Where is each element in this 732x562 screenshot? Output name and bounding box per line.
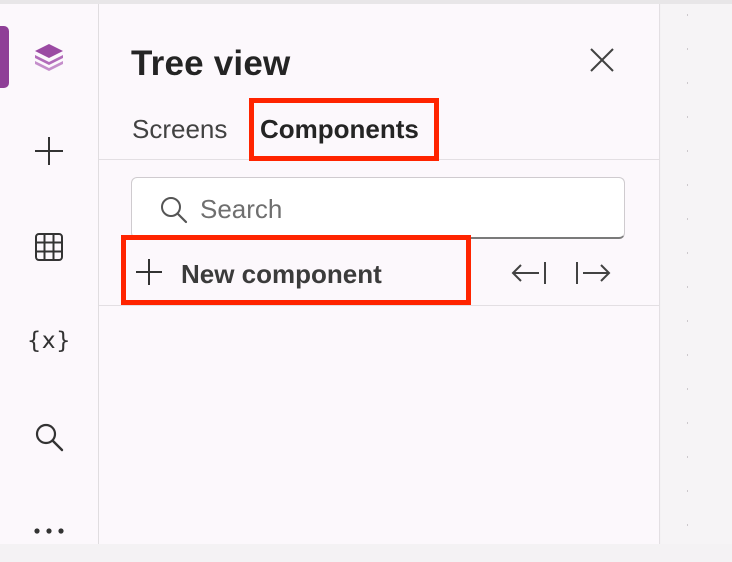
variables-icon: {x}: [26, 328, 72, 354]
rail-data-button[interactable]: [18, 216, 80, 278]
more-icon: [33, 527, 65, 535]
collapse-arrow-icon: [511, 262, 547, 292]
search-icon: [34, 422, 64, 452]
collapse-all-button[interactable]: [511, 258, 547, 293]
left-rail: {x}: [0, 4, 99, 544]
rail-more-button[interactable]: [18, 500, 80, 562]
table-icon: [34, 232, 64, 262]
close-button[interactable]: [584, 44, 620, 80]
canvas-area[interactable]: [661, 4, 732, 544]
highlight-components-tab: [249, 98, 439, 161]
expand-arrow-icon: [575, 262, 611, 292]
search-input[interactable]: [198, 190, 602, 228]
rail-tree-view-button[interactable]: [18, 26, 80, 88]
rail-variables-button[interactable]: {x}: [18, 310, 80, 372]
list-divider: [99, 305, 659, 306]
expand-all-button[interactable]: [575, 258, 611, 293]
search-icon: [159, 195, 189, 230]
panel-title: Tree view: [131, 44, 291, 83]
highlight-new-component: [121, 235, 471, 305]
plus-icon: [34, 136, 64, 166]
search-box: [131, 177, 625, 239]
layers-icon: [33, 42, 65, 72]
canvas-grid-guide: [687, 14, 688, 544]
tab-screens[interactable]: Screens: [132, 114, 227, 144]
rail-insert-button[interactable]: [18, 120, 80, 182]
active-indicator: [0, 26, 9, 88]
rail-search-button[interactable]: [18, 406, 80, 468]
close-icon: [589, 47, 615, 78]
